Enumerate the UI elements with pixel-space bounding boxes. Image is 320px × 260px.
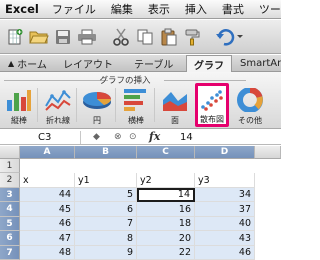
- tab-table[interactable]: テーブル: [134, 55, 173, 72]
- print-icon[interactable]: [76, 28, 98, 46]
- row-header-2[interactable]: 2: [0, 173, 20, 188]
- cell-a6[interactable]: 47: [20, 231, 75, 246]
- other-chart-label: その他: [238, 116, 262, 125]
- cell-a4[interactable]: 45: [20, 202, 75, 217]
- cell-a2[interactable]: x: [20, 173, 75, 188]
- cell-c3-active[interactable]: 14: [137, 188, 195, 202]
- paste-icon[interactable]: [158, 28, 180, 46]
- cell-c2[interactable]: y2: [137, 173, 195, 188]
- tab-layout[interactable]: レイアウト: [63, 55, 113, 72]
- pie-chart-button[interactable]: 円: [81, 85, 113, 127]
- scatter-chart-icon: [198, 87, 226, 113]
- menu-format[interactable]: 書式: [222, 1, 244, 17]
- open-folder-icon[interactable]: [28, 28, 50, 46]
- cell-a5[interactable]: 46: [20, 217, 75, 231]
- doughnut-chart-icon: [234, 87, 266, 113]
- cell-d5[interactable]: 40: [195, 217, 255, 231]
- pie-chart-label: 円: [93, 116, 101, 125]
- cell-b2[interactable]: y1: [75, 173, 137, 188]
- menu-insert[interactable]: 挿入: [185, 1, 207, 17]
- row-header-6[interactable]: 6: [0, 231, 20, 246]
- cell-a7[interactable]: 48: [20, 246, 75, 260]
- cell-b3[interactable]: 5: [75, 188, 137, 202]
- area-chart-icon: [159, 87, 191, 113]
- row-header-4[interactable]: 4: [0, 202, 20, 217]
- cell-d7[interactable]: 46: [195, 246, 255, 260]
- cell-b7[interactable]: 9: [75, 246, 137, 260]
- column-header-b[interactable]: B: [75, 146, 137, 159]
- standard-toolbar: [0, 20, 281, 54]
- formula-input[interactable]: 14: [180, 131, 193, 144]
- save-icon[interactable]: [52, 28, 74, 46]
- cell-a3[interactable]: 44: [20, 188, 75, 202]
- home-icon: ▲: [8, 59, 15, 68]
- line-chart-label: 折れ線: [46, 116, 70, 125]
- column-chart-button[interactable]: 縦棒: [3, 85, 35, 127]
- row-header-7[interactable]: 7: [0, 246, 20, 260]
- cell-b5[interactable]: 7: [75, 217, 137, 231]
- cut-icon[interactable]: [110, 28, 132, 46]
- confirm-formula-icon[interactable]: ⊙: [129, 131, 137, 144]
- name-box[interactable]: C3: [0, 131, 81, 144]
- ribbon-panel: グラフの挿入 縦棒 折れ線 円 横棒 面 散布図 その他: [0, 72, 281, 129]
- cell-d4[interactable]: 37: [195, 202, 255, 217]
- new-sheet-icon[interactable]: [4, 28, 26, 46]
- select-all-corner[interactable]: [0, 146, 20, 159]
- menu-view[interactable]: 表示: [148, 1, 170, 17]
- cell-d6[interactable]: 43: [195, 231, 255, 246]
- column-header-c[interactable]: C: [137, 146, 195, 159]
- menu-file[interactable]: ファイル: [52, 1, 96, 17]
- pie-chart-icon: [81, 87, 113, 113]
- other-chart-button[interactable]: その他: [234, 85, 266, 127]
- menu-bar: Excel ファイル 編集 表示 挿入 書式 ツール: [0, 0, 281, 19]
- ribbon-tabs: ▲ ホーム レイアウト テーブル グラフ SmartArt: [0, 55, 281, 73]
- cell-b4[interactable]: 6: [75, 202, 137, 217]
- cancel-formula-icon[interactable]: ⊗: [114, 131, 122, 144]
- cell-d3[interactable]: 34: [195, 188, 255, 202]
- bar-chart-icon: [120, 87, 152, 113]
- excel-window: Excel ファイル 編集 表示 挿入 書式 ツール: [0, 0, 281, 260]
- undo-icon[interactable]: [214, 28, 244, 46]
- column-chart-icon: [3, 87, 35, 113]
- group-divider-right: [164, 80, 246, 81]
- formula-bar: C3 ◆ ⊗ ⊙ fx 14: [0, 130, 281, 145]
- row-header-3[interactable]: 3: [0, 188, 20, 202]
- menu-tools[interactable]: ツール: [259, 1, 281, 17]
- spreadsheet-grid: A B C D 1 2 x y1 y2 y3 3 44 5 14 34 4 45…: [0, 146, 281, 260]
- cell-d2[interactable]: y3: [195, 173, 255, 188]
- column-header-e[interactable]: [255, 146, 281, 159]
- bar-chart-label: 横棒: [128, 116, 144, 125]
- line-chart-button[interactable]: 折れ線: [42, 85, 74, 127]
- bar-chart-button[interactable]: 横棒: [120, 85, 152, 127]
- column-chart-label: 縦棒: [11, 116, 27, 125]
- tab-home[interactable]: ▲ ホーム: [8, 55, 47, 72]
- cell-c4[interactable]: 16: [137, 202, 195, 217]
- name-box-dropdown-icon[interactable]: ◆: [93, 131, 100, 144]
- row-header-1[interactable]: 1: [0, 159, 20, 173]
- row-header-5[interactable]: 5: [0, 217, 20, 231]
- cell-b6[interactable]: 8: [75, 231, 137, 246]
- copy-icon[interactable]: [134, 28, 156, 46]
- column-header-d[interactable]: D: [195, 146, 255, 159]
- cell-c7[interactable]: 22: [137, 246, 195, 260]
- area-chart-button[interactable]: 面: [159, 85, 191, 127]
- scatter-chart-button[interactable]: 散布図: [195, 83, 229, 127]
- menu-edit[interactable]: 編集: [111, 1, 133, 17]
- tab-smartart[interactable]: SmartArt: [240, 55, 281, 72]
- cell-c5[interactable]: 18: [137, 217, 195, 231]
- tab-chart[interactable]: グラフ: [186, 55, 232, 73]
- line-chart-icon: [42, 87, 74, 113]
- insert-function-icon[interactable]: fx: [149, 130, 160, 143]
- cell-c6[interactable]: 20: [137, 231, 195, 246]
- column-header-a[interactable]: A: [20, 146, 75, 159]
- format-brush-icon[interactable]: [182, 28, 204, 46]
- app-menu[interactable]: Excel: [5, 2, 39, 16]
